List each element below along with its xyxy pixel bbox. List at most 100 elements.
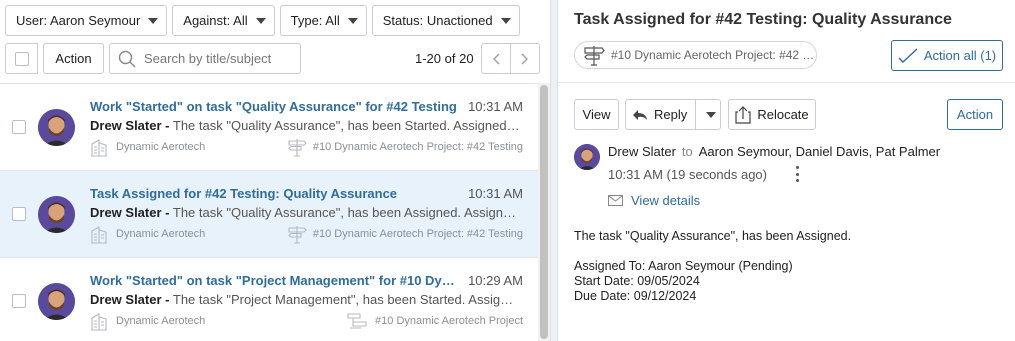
previous-page-button[interactable] xyxy=(482,44,511,73)
message-timestamp: 10:31 AM (19 seconds ago) xyxy=(608,167,767,182)
building-icon xyxy=(91,226,107,244)
relocate-icon xyxy=(735,105,751,124)
relocate-label: Relocate xyxy=(757,107,809,122)
row-checkbox[interactable] xyxy=(12,207,26,221)
reply-split-button: Reply xyxy=(625,99,721,130)
company-link[interactable]: Dynamic Aerotech xyxy=(90,311,205,331)
message-subject[interactable]: Task Assigned for #42 Testing: Quality A… xyxy=(90,186,462,201)
search-box[interactable] xyxy=(109,43,301,74)
signpost-icon xyxy=(584,46,605,66)
next-page-button[interactable] xyxy=(511,44,539,73)
filter-bar: User: Aaron Seymour Against: All Type: A… xyxy=(5,5,520,37)
company-link[interactable]: Dynamic Aerotech xyxy=(90,137,205,157)
sender-name[interactable]: Drew Slater xyxy=(608,144,676,159)
signpost-icon xyxy=(288,226,307,244)
message-sender: Drew Slater - xyxy=(90,205,170,220)
list-scrollbar[interactable] xyxy=(538,83,550,341)
message-row[interactable]: Work "Started" on task "Quality Assuranc… xyxy=(0,84,538,171)
message-preview: Drew Slater - The task "Quality Assuranc… xyxy=(90,118,520,133)
more-options-icon[interactable] xyxy=(795,166,799,182)
body-assigned: Assigned To: Aaron Seymour (Pending) xyxy=(574,259,793,273)
user-filter-label: User: Aaron Seymour xyxy=(16,13,141,28)
message-time: 10:31 AM xyxy=(468,99,523,114)
chevron-down-icon xyxy=(347,17,358,24)
project-link[interactable]: #10 Dynamic Aerotech Project: #42 Testin… xyxy=(287,224,523,244)
company-link[interactable]: Dynamic Aerotech xyxy=(90,224,205,244)
view-button[interactable]: View xyxy=(574,99,619,130)
company-name: Dynamic Aerotech xyxy=(116,228,206,240)
against-filter[interactable]: Against: All xyxy=(172,5,275,36)
chevron-down-icon xyxy=(148,17,159,24)
view-details-link[interactable]: View details xyxy=(608,193,700,208)
reply-icon xyxy=(633,109,647,120)
project-chip[interactable]: #10 Dynamic Aerotech Project: #42 Testin… xyxy=(574,41,817,69)
sender-avatar xyxy=(574,144,600,170)
reply-dropdown-button[interactable] xyxy=(702,100,720,129)
message-detail-pane: Task Assigned for #42 Testing: Quality A… xyxy=(558,0,1015,341)
detail-title: Task Assigned for #42 Testing: Quality A… xyxy=(574,11,952,28)
recipients[interactable]: Aaron Seymour, Daniel Davis, Pat Palmer xyxy=(699,144,940,159)
status-filter[interactable]: Status: Unactioned xyxy=(371,5,520,36)
row-checkbox[interactable] xyxy=(12,120,26,134)
chevron-left-icon xyxy=(493,53,500,64)
select-all-box[interactable] xyxy=(5,43,38,74)
pane-splitter[interactable] xyxy=(550,0,558,341)
message-meta: Dynamic Aerotech #10 Dynamic Aerotech Pr… xyxy=(90,224,523,244)
project-chip-label: #10 Dynamic Aerotech Project: #42 Testin… xyxy=(611,48,816,62)
scrollbar-thumb[interactable] xyxy=(540,85,548,339)
action-button[interactable]: Action xyxy=(947,99,1003,130)
message-sender: Drew Slater - xyxy=(90,292,170,307)
message-subject[interactable]: Work "Started" on task "Project Manageme… xyxy=(90,273,462,288)
avatar xyxy=(38,283,75,320)
company-name: Dynamic Aerotech xyxy=(116,315,206,327)
checkmark-icon xyxy=(898,47,918,63)
message-list: Work "Started" on task "Quality Assuranc… xyxy=(0,83,538,341)
type-filter[interactable]: Type: All xyxy=(279,5,367,36)
view-details-label: View details xyxy=(631,193,701,208)
reply-button[interactable]: Reply xyxy=(626,100,697,129)
type-filter-label: Type: All xyxy=(290,13,340,28)
avatar xyxy=(38,109,75,146)
message-preview-text: The task "Project Management", has been … xyxy=(172,292,520,307)
chevron-down-icon xyxy=(706,111,717,118)
message-meta: Dynamic Aerotech #10 Dynamic Aerotech Pr… xyxy=(90,311,523,331)
envelope-icon xyxy=(608,195,623,206)
gantt-icon xyxy=(347,313,367,329)
search-icon xyxy=(118,50,136,67)
building-icon xyxy=(91,139,107,157)
project-name: #10 Dynamic Aerotech Project: #42 Testin… xyxy=(312,141,523,153)
company-name: Dynamic Aerotech xyxy=(116,141,206,153)
project-link[interactable]: #10 Dynamic Aerotech Project xyxy=(347,311,523,331)
select-all-checkbox[interactable] xyxy=(14,51,29,66)
message-preview: Drew Slater - The task "Quality Assuranc… xyxy=(90,205,520,220)
pagination-controls xyxy=(481,43,540,74)
row-checkbox[interactable] xyxy=(12,294,26,308)
chevron-down-icon xyxy=(255,17,266,24)
pagination-text: 1-20 of 20 xyxy=(415,51,474,66)
message-list-pane: User: Aaron Seymour Against: All Type: A… xyxy=(0,0,550,341)
bulk-action-button[interactable]: Action xyxy=(43,43,104,74)
message-preview-text: The task "Quality Assurance", has been S… xyxy=(172,118,520,133)
relocate-button[interactable]: Relocate xyxy=(728,99,816,130)
message-subject[interactable]: Work "Started" on task "Quality Assuranc… xyxy=(90,99,462,114)
message-time: 10:31 AM xyxy=(468,186,523,201)
against-filter-label: Against: All xyxy=(183,13,248,28)
body-start-date: Start Date: 09/05/2024 xyxy=(574,274,700,288)
message-body: The task "Quality Assurance", has been A… xyxy=(574,229,851,304)
to-label: to xyxy=(681,144,693,159)
status-filter-label: Status: Unactioned xyxy=(382,13,493,28)
chevron-down-icon xyxy=(500,17,511,24)
message-row[interactable]: Task Assigned for #42 Testing: Quality A… xyxy=(0,171,538,258)
action-all-button[interactable]: Action all (1) xyxy=(891,40,1003,71)
list-toolbar: Action 1-20 of 20 xyxy=(5,43,540,75)
header-divider xyxy=(558,82,1015,83)
user-filter[interactable]: User: Aaron Seymour xyxy=(5,5,168,36)
action-all-label: Action all (1) xyxy=(923,48,997,63)
body-due-date: Due Date: 09/12/2024 xyxy=(574,289,697,303)
project-link[interactable]: #10 Dynamic Aerotech Project: #42 Testin… xyxy=(287,137,523,157)
project-name: #10 Dynamic Aerotech Project: #42 Testin… xyxy=(312,228,523,240)
message-row[interactable]: Work "Started" on task "Project Manageme… xyxy=(0,258,538,341)
search-input[interactable] xyxy=(144,51,294,66)
signpost-icon xyxy=(288,139,307,157)
building-icon xyxy=(91,313,107,331)
